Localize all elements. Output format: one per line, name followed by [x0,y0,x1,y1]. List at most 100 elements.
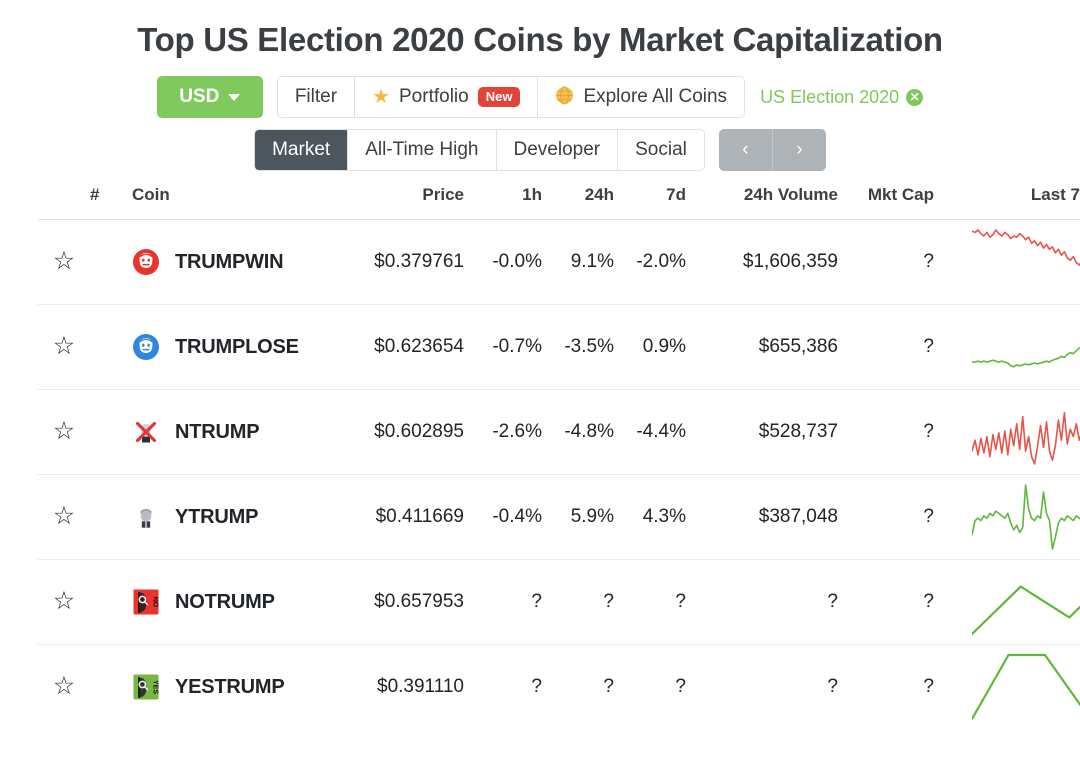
ytrump-icon [133,504,159,530]
coin-name: TRUMPLOSE [175,335,299,358]
star-icon[interactable]: ☆ [53,249,75,274]
next-page-button[interactable]: › [772,129,826,171]
sparkline-container [934,560,1080,644]
7d-change-cell: -4.4% [636,421,686,442]
tab-developer[interactable]: Developer [497,130,619,170]
star-icon[interactable]: ☆ [53,334,75,359]
coin-cell[interactable]: NTRUMP [132,390,332,475]
coin-cell[interactable]: TRUMPWIN [132,220,332,305]
page-root: Top US Election 2020 Coins by Market Cap… [0,0,1080,770]
coin-cell-inner: NTRUMP [132,418,332,446]
rank-cell [90,645,132,730]
table-row[interactable]: ☆ TRUMPWIN $0.379761 -0.0% 9.1% -2.0% $1,606,3… [38,219,1080,305]
coin-cell-inner: YES YESTRUMP [132,673,332,701]
volume-cell: $528,737 [758,421,838,442]
tab-developer-label: Developer [513,139,601,160]
coin-cell[interactable]: TRUMPLOSE [132,305,332,390]
column-header-7d[interactable]: 7d [614,185,686,220]
rank-cell [90,560,132,645]
24h-change-cell: 5.9% [570,506,614,527]
rank-cell [90,305,132,390]
coin-cell-inner: NO NOTRUMP [132,588,332,616]
sparkline-ntrump [972,411,1080,465]
coin-cell[interactable]: YES YESTRUMP [132,645,332,730]
table-row[interactable]: ☆ YTRUMP $0.411669 -0.4% 5.9% 4.3% $387,048? [38,474,1080,560]
svg-text:YES: YES [152,680,159,694]
1h-change-cell: -2.6% [492,421,542,442]
close-icon[interactable]: ✕ [906,88,924,106]
tab-row: Market All-Time High Developer Social ‹ … [0,129,1080,171]
column-header-24h-volume[interactable]: 24h Volume [686,185,838,220]
table-body: ☆ TRUMPWIN $0.379761 -0.0% 9.1% -2.0% $1,606,3… [38,219,1080,730]
column-header-mkt-cap[interactable]: Mkt Cap [838,185,934,220]
pagination: ‹ › [718,129,826,171]
active-tag-us-election-2020[interactable]: US Election 2020 ✕ [760,76,924,118]
column-header-1h[interactable]: 1h [464,185,542,220]
star-icon[interactable]: ☆ [53,419,75,444]
market-cap-cell: ? [923,591,934,612]
table-head: # Coin Price 1h 24h 7d 24h Volume Mkt Ca… [38,185,1080,220]
yestrump-icon: YES [133,674,159,700]
explore-all-coins-button[interactable]: Explore All Coins [538,77,745,117]
7d-change-cell: -2.0% [636,251,686,272]
toolbar: USD Filter ★ Portfolio New Explore All C… [0,76,1080,118]
24h-change-cell: ? [603,591,614,612]
trumpwin-icon [133,249,159,275]
portfolio-button[interactable]: ★ Portfolio New [355,77,539,117]
volume-cell: $387,048 [758,506,838,527]
price-cell: $0.391110 [377,676,464,697]
column-header-last-7-days[interactable]: Last 7 [934,185,1080,220]
coin-cell[interactable]: NO NOTRUMP [132,560,332,645]
tab-social-label: Social [635,139,687,160]
ntrump-icon [133,419,159,445]
star-icon[interactable]: ☆ [53,674,75,699]
7d-change-cell: ? [675,676,686,697]
star-icon[interactable]: ☆ [53,504,75,529]
coins-table: # Coin Price 1h 24h 7d 24h Volume Mkt Ca… [38,185,1080,729]
price-cell: $0.379761 [374,251,464,272]
1h-change-cell: ? [531,676,542,697]
table-row[interactable]: ☆ NTRUMP $0.602895 -2.6% -4.8% -4.4% $528,737? [38,389,1080,475]
column-header-favorite[interactable] [38,185,90,220]
market-cap-cell: ? [923,336,934,357]
notrump-icon: NO [133,589,159,615]
rank-cell [90,220,132,305]
prev-page-button[interactable]: ‹ [718,129,773,171]
7d-change-cell: 0.9% [642,336,686,357]
tab-social[interactable]: Social [618,130,704,170]
24h-change-cell: -3.5% [564,336,614,357]
trumplose-icon [133,334,159,360]
column-header-rank[interactable]: # [90,185,132,220]
tab-market[interactable]: Market [255,130,349,170]
currency-selector-button[interactable]: USD [156,76,263,118]
sparkline-cell [934,305,1080,390]
7d-change-cell: ? [675,591,686,612]
active-tag-label: US Election 2020 [760,86,900,107]
favorite-cell: ☆ [38,560,90,645]
1h-change-cell: -0.7% [492,336,542,357]
coin-cell[interactable]: YTRUMP [132,475,332,560]
1h-change-cell: ? [531,591,542,612]
table-row[interactable]: ☆ YES YESTRUMP $0.391110????? [38,644,1080,730]
tab-all-time-high[interactable]: All-Time High [348,130,497,170]
tab-market-label: Market [272,139,331,160]
coin-name: NOTRUMP [175,590,275,613]
favorite-cell: ☆ [38,305,90,390]
new-badge: New [477,87,521,107]
24h-change-cell: ? [603,676,614,697]
toolbar-button-group: Filter ★ Portfolio New Explore All Coins [276,76,746,118]
price-cell: $0.602895 [374,421,464,442]
table-row[interactable]: ☆ NO NOTRUMP $0.657953????? [38,559,1080,645]
table-header-row: # Coin Price 1h 24h 7d 24h Volume Mkt Ca… [38,185,1080,220]
column-header-price[interactable]: Price [332,185,464,220]
filter-button[interactable]: Filter [277,77,356,117]
column-header-24h[interactable]: 24h [542,185,614,220]
coin-cell-inner: TRUMPLOSE [132,333,332,361]
column-header-coin[interactable]: Coin [132,185,332,220]
sparkline-cell [934,220,1080,305]
favorite-cell: ☆ [38,475,90,560]
sparkline-container [934,305,1080,389]
7d-change-cell: 4.3% [642,506,686,527]
star-icon[interactable]: ☆ [53,589,75,614]
table-row[interactable]: ☆ TRUMPLOSE $0.623654 -0.7% -3.5% 0.9% $655,38… [38,304,1080,390]
